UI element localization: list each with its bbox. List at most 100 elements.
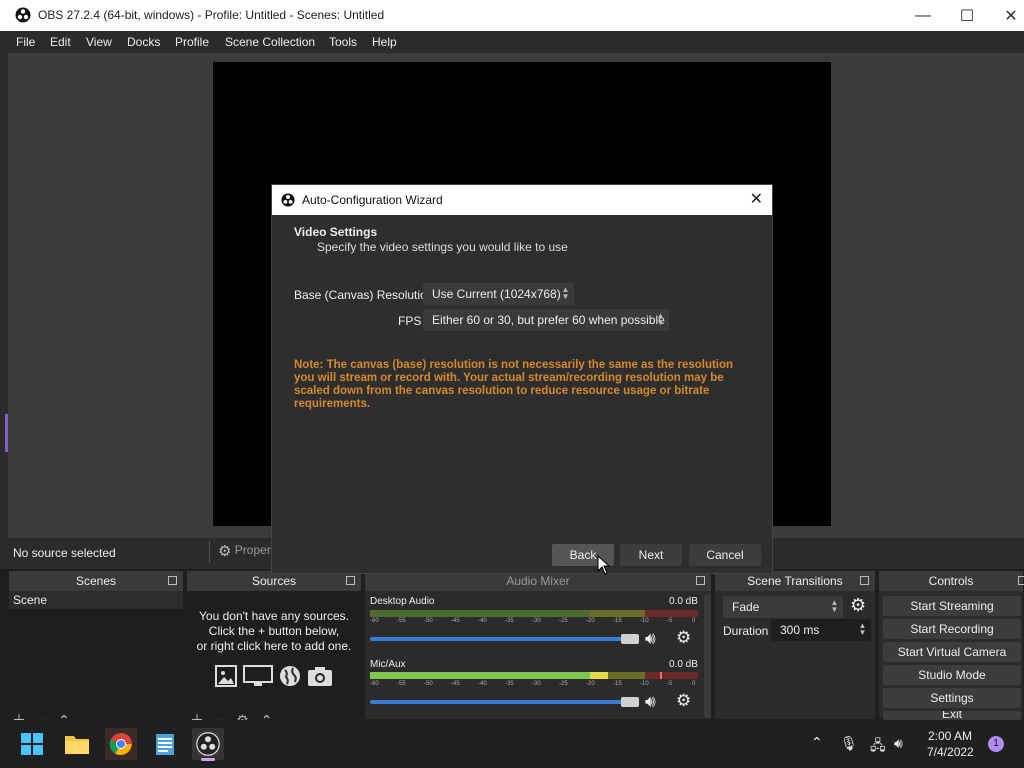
menu-view[interactable]: View <box>86 35 112 49</box>
desktop-audio-meter <box>370 610 698 617</box>
note-text: Note: The canvas (base) resolution is no… <box>294 359 734 410</box>
studio-mode-button[interactable]: Studio Mode <box>883 665 1021 685</box>
browser-source-icon <box>280 666 300 686</box>
mouse-cursor-icon <box>597 555 610 575</box>
clock-date[interactable]: 7/4/2022 <box>927 745 974 759</box>
obs-logo-icon <box>15 7 31 23</box>
notification-badge[interactable]: 1 <box>988 736 1004 752</box>
audio-mixer-title: Audio Mixer <box>365 571 711 591</box>
scenes-dock-title: Scenes <box>9 571 183 591</box>
mic-aux-label: Mic/Aux <box>370 659 406 670</box>
scenes-dock: Scenes Scene <box>8 570 184 720</box>
sources-dock-title: Sources <box>187 571 361 591</box>
cancel-button[interactable]: Cancel <box>689 544 761 566</box>
spin-arrows-icon: ▲ ▼ <box>858 621 867 637</box>
menu-tools[interactable]: Tools <box>329 35 357 49</box>
image-source-icon <box>215 665 237 687</box>
controls-dock: Controls Start Streaming Start Recording… <box>878 570 1024 720</box>
audio-mixer-dock: Audio Mixer <box>364 570 712 720</box>
duration-label: Duration <box>723 624 769 638</box>
sources-list[interactable]: You don't have any sources. Click the + … <box>187 591 361 719</box>
menu-docks[interactable]: Docks <box>127 35 160 49</box>
section-subheading: Specify the video settings you would lik… <box>317 240 568 254</box>
float-icon[interactable] <box>346 576 355 585</box>
start-streaming-button[interactable]: Start Streaming <box>883 596 1021 616</box>
gear-icon[interactable]: ⚙ <box>850 595 866 616</box>
menu-file[interactable]: File <box>16 35 35 49</box>
spin-arrows-icon: ▲ ▼ <box>830 598 839 614</box>
menu-scene-collection[interactable]: Scene Collection <box>225 35 315 49</box>
menu-help[interactable]: Help <box>372 35 397 49</box>
volume-icon[interactable]: 🔊︎ <box>894 735 903 752</box>
microphone-icon[interactable]: 🎙︎ <box>840 735 858 752</box>
spin-arrows-icon: ▲ ▼ <box>561 285 570 301</box>
scene-transitions-title: Scene Transitions <box>715 571 875 591</box>
float-icon[interactable] <box>860 576 869 585</box>
scenes-list[interactable]: Scene <box>9 591 183 719</box>
menu-bar: File Edit View Docks Profile Scene Colle… <box>0 31 1024 53</box>
fps-select[interactable]: Either 60 or 30, but prefer 60 when poss… <box>423 309 669 331</box>
float-icon[interactable] <box>696 576 705 585</box>
menu-profile[interactable]: Profile <box>175 35 209 49</box>
menu-edit[interactable]: Edit <box>50 35 71 49</box>
speaker-icon[interactable]: 🔊︎ <box>645 692 656 712</box>
start-recording-button[interactable]: Start Recording <box>883 619 1021 639</box>
chevron-up-icon[interactable]: ⌃ <box>811 734 823 751</box>
chrome-icon[interactable] <box>105 728 137 760</box>
network-icon[interactable]: 🖧 <box>870 735 886 759</box>
no-source-label: No source selected <box>13 546 116 560</box>
gear-icon[interactable]: ⚙ <box>676 628 691 648</box>
sources-dock: Sources You don't have any sources. Clic… <box>186 570 362 720</box>
active-indicator <box>201 758 215 761</box>
auto-config-wizard-dialog: Auto-Configuration Wizard ✕ Video Settin… <box>271 184 773 574</box>
sources-empty-line-2: Click the + button below, <box>208 624 340 638</box>
start-virtual-camera-button[interactable]: Start Virtual Camera <box>883 642 1021 662</box>
float-icon[interactable] <box>1018 576 1024 585</box>
obs-taskbar-icon[interactable] <box>192 728 224 760</box>
section-heading: Video Settings <box>294 225 378 239</box>
dialog-title: Auto-Configuration Wizard <box>302 193 443 207</box>
gear-icon: ⚙ <box>218 543 232 560</box>
duration-input[interactable]: 300 ms ▲ ▼ <box>771 619 871 641</box>
scene-transitions-dock: Scene Transitions <box>714 570 876 720</box>
sources-empty-line-1: You don't have any sources. <box>199 609 349 623</box>
exit-button[interactable]: Exit <box>883 711 1021 720</box>
mic-aux-volume-knob[interactable] <box>621 697 639 707</box>
speaker-icon[interactable]: 🔊︎ <box>645 629 656 649</box>
close-window-button[interactable]: ✕ <box>988 0 1024 31</box>
mic-aux-volume-slider[interactable] <box>370 700 638 704</box>
resolution-select[interactable]: Use Current (1024x768) ▲ ▼ <box>423 283 574 305</box>
clock-time[interactable]: 2:00 AM <box>928 729 972 743</box>
camera-source-icon <box>308 667 332 686</box>
mic-aux-ticks: -60 -55 -50 -45 -40 -35 -30 -25 -20 -15 … <box>370 681 696 687</box>
desktop-audio-ticks: -60 -55 -50 -45 -40 -35 -30 -25 -20 -15 … <box>370 618 696 624</box>
notepad-icon[interactable] <box>149 728 181 760</box>
mixer-scrollbar[interactable] <box>704 594 711 718</box>
float-icon[interactable] <box>168 576 177 585</box>
properties-button[interactable]: ⚙ Properties <box>218 542 278 562</box>
spin-arrows-icon: ▲ ▼ <box>656 311 665 327</box>
windows-start-icon[interactable] <box>16 728 48 760</box>
mic-aux-db: 0.0 dB <box>669 659 698 670</box>
sources-empty-line-3: or right click here to add one. <box>196 639 352 653</box>
minimize-button[interactable]: — <box>900 0 946 31</box>
file-explorer-icon[interactable] <box>61 728 93 760</box>
dialog-title-bar: Auto-Configuration Wizard ✕ <box>272 185 772 215</box>
resize-handle[interactable] <box>5 414 8 452</box>
divider <box>209 541 210 563</box>
window-title: OBS 27.2.4 (64-bit, windows) - Profile: … <box>38 8 385 22</box>
close-icon[interactable]: ✕ <box>750 189 763 209</box>
desktop-audio-label: Desktop Audio <box>370 596 435 607</box>
desktop-audio-volume-knob[interactable] <box>621 634 639 644</box>
scene-item[interactable]: Scene <box>9 591 183 609</box>
transition-select[interactable]: Fade ▲ ▼ <box>723 596 843 618</box>
next-button[interactable]: Next <box>620 544 682 566</box>
settings-button[interactable]: Settings <box>883 688 1021 708</box>
left-edge <box>0 53 8 538</box>
mic-aux-meter <box>370 672 698 679</box>
controls-title: Controls <box>879 571 1023 591</box>
maximize-button[interactable]: ☐ <box>944 0 990 31</box>
desktop-audio-volume-slider[interactable] <box>370 637 638 641</box>
gear-icon[interactable]: ⚙ <box>676 691 691 711</box>
resolution-label: Base (Canvas) Resolution <box>294 288 434 302</box>
